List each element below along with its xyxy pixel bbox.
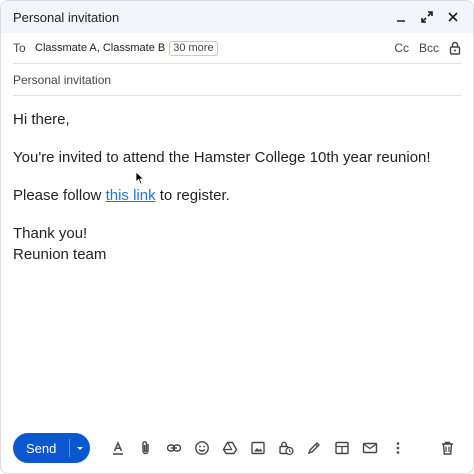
signature-pen-icon[interactable] (300, 434, 328, 462)
compose-toolbar: Send (13, 433, 461, 463)
register-link[interactable]: this link (106, 187, 156, 204)
message-body[interactable]: Hi there, You're invited to attend the H… (13, 109, 461, 265)
send-button[interactable]: Send (13, 433, 90, 463)
insert-photo-icon[interactable] (244, 434, 272, 462)
recipients-list[interactable]: Classmate A, Classmate B (35, 42, 165, 54)
to-label: To (13, 41, 26, 55)
cc-button[interactable]: Cc (394, 41, 409, 55)
drive-icon[interactable] (216, 434, 244, 462)
window-controls (391, 7, 463, 27)
subject-field[interactable]: Personal invitation (13, 73, 111, 87)
invitation-text: You're invited to attend the Hamster Col… (13, 149, 431, 166)
expand-icon[interactable] (417, 7, 437, 27)
send-options-chevron-icon[interactable] (70, 443, 90, 453)
formatting-tools (104, 434, 412, 462)
send-label: Send (26, 440, 57, 456)
more-options-icon[interactable] (384, 434, 412, 462)
compose-titlebar[interactable]: Personal invitation (1, 1, 473, 33)
schedule-send-icon[interactable] (356, 434, 384, 462)
confidential-mode-icon[interactable] (272, 434, 300, 462)
text-format-icon[interactable] (104, 434, 132, 462)
mouse-cursor-icon (135, 171, 145, 185)
emoji-icon[interactable] (188, 434, 216, 462)
compose-window: Personal invitation To Classmate A, Clas… (0, 0, 474, 474)
layouts-icon[interactable] (328, 434, 356, 462)
signature-text: Reunion team (13, 246, 107, 263)
greeting-text: Hi there, (13, 111, 70, 128)
subject-row[interactable]: Personal invitation (13, 64, 461, 96)
closing-text: Thank you! (13, 225, 88, 242)
recipients-row[interactable]: To Classmate A, Classmate B 30 more Cc B… (13, 33, 461, 64)
insert-link-icon[interactable] (160, 434, 188, 462)
lock-icon[interactable] (449, 41, 461, 55)
close-icon[interactable] (443, 7, 463, 27)
more-recipients-chip[interactable]: 30 more (169, 40, 218, 56)
bcc-button[interactable]: Bcc (419, 41, 439, 55)
discard-trash-icon[interactable] (433, 434, 461, 462)
attach-icon[interactable] (132, 434, 160, 462)
compose-title: Personal invitation (13, 9, 120, 25)
register-text: Please follow this link to register. (13, 187, 230, 204)
minimize-icon[interactable] (391, 7, 411, 27)
